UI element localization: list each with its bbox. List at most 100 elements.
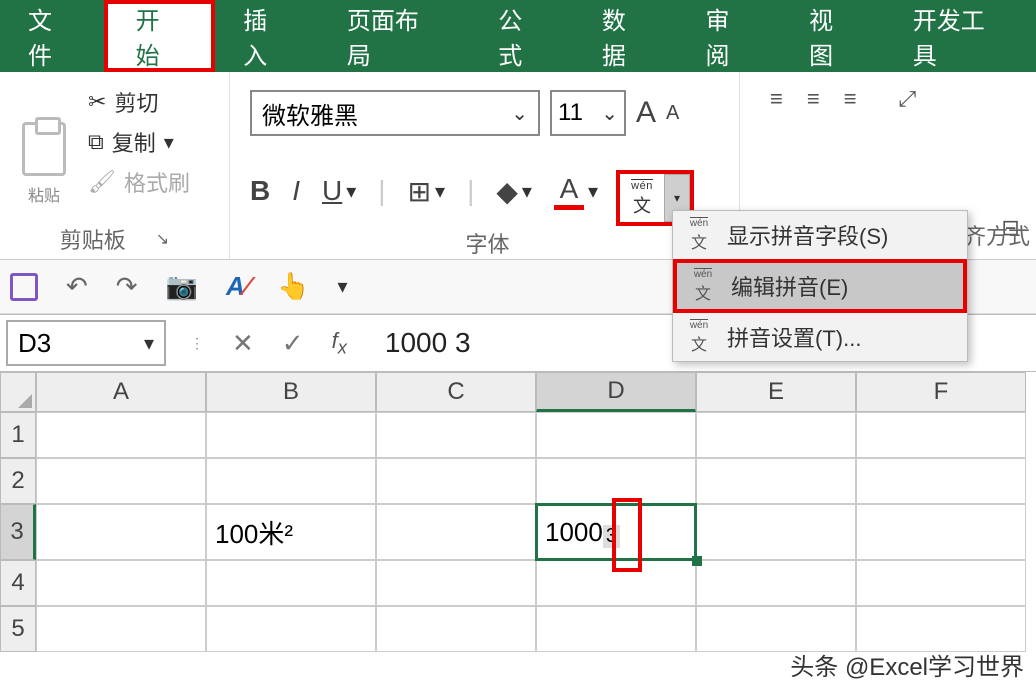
ribbon-tab-0[interactable]: 文件 — [0, 0, 104, 72]
cut-button[interactable]: ✂剪切 — [88, 86, 190, 118]
cell[interactable] — [206, 412, 376, 458]
underline-button[interactable]: U▾ — [322, 175, 356, 207]
cell[interactable] — [696, 504, 856, 560]
clipboard-group: 粘贴 ✂剪切 ⧉复制 ▾ 🖌格式刷 剪贴板↘ — [0, 72, 230, 259]
cell[interactable] — [856, 458, 1026, 504]
ribbon-tab-1[interactable]: 开始 — [104, 0, 216, 72]
chevron-down-icon: ▾ — [588, 179, 598, 204]
alignment-group-label: 齐方式 — [964, 219, 1030, 251]
bold-button[interactable]: B — [250, 175, 270, 207]
cell[interactable] — [36, 412, 206, 458]
row-header[interactable]: 2 — [0, 458, 36, 504]
cell[interactable] — [856, 412, 1026, 458]
ribbon-tab-5[interactable]: 数据 — [574, 0, 678, 72]
copy-button[interactable]: ⧉复制 ▾ — [88, 126, 190, 158]
touch-mode-button[interactable]: 👆 — [277, 271, 309, 302]
cell[interactable] — [856, 504, 1026, 560]
cell[interactable] — [376, 412, 536, 458]
spreadsheet-grid: ABCDEF 123 100米² 10003 45 — [0, 372, 1036, 652]
cell[interactable] — [536, 412, 696, 458]
chevron-down-icon: ▾ — [346, 179, 356, 204]
brush-icon: 🖌 — [88, 169, 116, 195]
confirm-edit-button[interactable]: ✓ — [282, 328, 304, 359]
cancel-edit-button[interactable]: ✕ — [232, 328, 254, 359]
cell[interactable]: 10003 — [536, 504, 696, 560]
font-color-button[interactable]: A▾ — [554, 173, 598, 210]
ribbon-tab-3[interactable]: 页面布局 — [319, 0, 470, 72]
menu-show-pinyin[interactable]: wén文 显示拼音字段(S) — [673, 211, 967, 259]
ribbon-tab-2[interactable]: 插入 — [215, 0, 319, 72]
range-dots-icon: ⋮ — [190, 335, 204, 352]
cell[interactable] — [376, 606, 536, 652]
cut-label: 剪切 — [114, 86, 158, 118]
column-header[interactable]: A — [36, 372, 206, 412]
save-button[interactable] — [10, 273, 38, 301]
format-painter-button[interactable]: 🖌格式刷 — [88, 166, 190, 198]
fill-handle[interactable] — [692, 556, 702, 566]
dialog-launcher-icon[interactable]: ↘ — [156, 229, 169, 249]
cell[interactable] — [376, 458, 536, 504]
increase-font-button[interactable]: A — [636, 96, 656, 130]
cell[interactable]: 100米² — [206, 504, 376, 560]
divider: | — [467, 175, 474, 207]
cell[interactable] — [36, 458, 206, 504]
undo-button[interactable]: ↶ — [66, 271, 88, 302]
column-header[interactable]: B — [206, 372, 376, 412]
menu-pinyin-settings[interactable]: wén文 拼音设置(T)... — [673, 313, 967, 361]
ribbon-tab-7[interactable]: 视图 — [781, 0, 885, 72]
pinyin-icon: wén文 — [683, 217, 715, 253]
menu-pinyin-settings-label: 拼音设置(T)... — [727, 321, 861, 353]
ribbon-tab-8[interactable]: 开发工具 — [885, 0, 1036, 72]
cell[interactable] — [376, 504, 536, 560]
decrease-font-button[interactable]: A — [666, 102, 679, 125]
align-bottom-button[interactable]: ≡ — [844, 86, 857, 112]
cell[interactable] — [206, 458, 376, 504]
cell[interactable] — [206, 606, 376, 652]
cell[interactable] — [536, 560, 696, 606]
qat-customize-icon[interactable]: ▾ — [337, 274, 347, 299]
column-header[interactable]: F — [856, 372, 1026, 412]
cell[interactable] — [696, 412, 856, 458]
cell[interactable] — [536, 458, 696, 504]
cell[interactable] — [856, 606, 1026, 652]
divider: | — [378, 175, 385, 207]
cell[interactable] — [36, 504, 206, 560]
column-header[interactable]: E — [696, 372, 856, 412]
select-all-corner[interactable] — [0, 372, 36, 412]
row-header[interactable]: 1 — [0, 412, 36, 458]
clipboard-icon — [22, 122, 66, 176]
font-name-select[interactable]: 微软雅黑⌄ — [250, 90, 540, 136]
cell[interactable] — [536, 606, 696, 652]
column-header[interactable]: D — [536, 372, 696, 412]
italic-button[interactable]: I — [292, 175, 300, 207]
row-header[interactable]: 3 — [0, 504, 36, 560]
camera-button[interactable]: 📷 — [166, 271, 198, 302]
cell[interactable] — [206, 560, 376, 606]
orientation-button[interactable]: ⤢ — [899, 86, 917, 112]
redo-button[interactable]: ↷ — [116, 271, 138, 302]
cell[interactable] — [696, 458, 856, 504]
chevron-down-icon: ▾ — [522, 179, 532, 204]
name-box[interactable]: D3▾ — [6, 320, 166, 366]
column-header[interactable]: C — [376, 372, 536, 412]
cell[interactable] — [696, 606, 856, 652]
align-top-button[interactable]: ≡ — [770, 86, 783, 112]
cell[interactable] — [376, 560, 536, 606]
border-button[interactable]: ⊞▾ — [408, 175, 446, 208]
cell[interactable] — [36, 606, 206, 652]
fill-color-button[interactable]: ◆▾ — [496, 175, 532, 208]
clear-format-button[interactable]: A⁄ — [226, 271, 249, 302]
row-header[interactable]: 5 — [0, 606, 36, 652]
cell[interactable] — [696, 560, 856, 606]
cell[interactable] — [36, 560, 206, 606]
cell[interactable] — [856, 560, 1026, 606]
row-header[interactable]: 4 — [0, 560, 36, 606]
align-middle-button[interactable]: ≡ — [807, 86, 820, 112]
font-size-select[interactable]: 11⌄ — [550, 90, 626, 136]
ribbon-tab-4[interactable]: 公式 — [470, 0, 574, 72]
fx-button[interactable]: fx — [332, 328, 347, 358]
ribbon-tab-6[interactable]: 审阅 — [677, 0, 781, 72]
menu-edit-pinyin[interactable]: wén文 编辑拼音(E) — [673, 259, 967, 313]
paste-button[interactable]: 粘贴 — [10, 86, 78, 206]
color-underline — [554, 205, 584, 210]
